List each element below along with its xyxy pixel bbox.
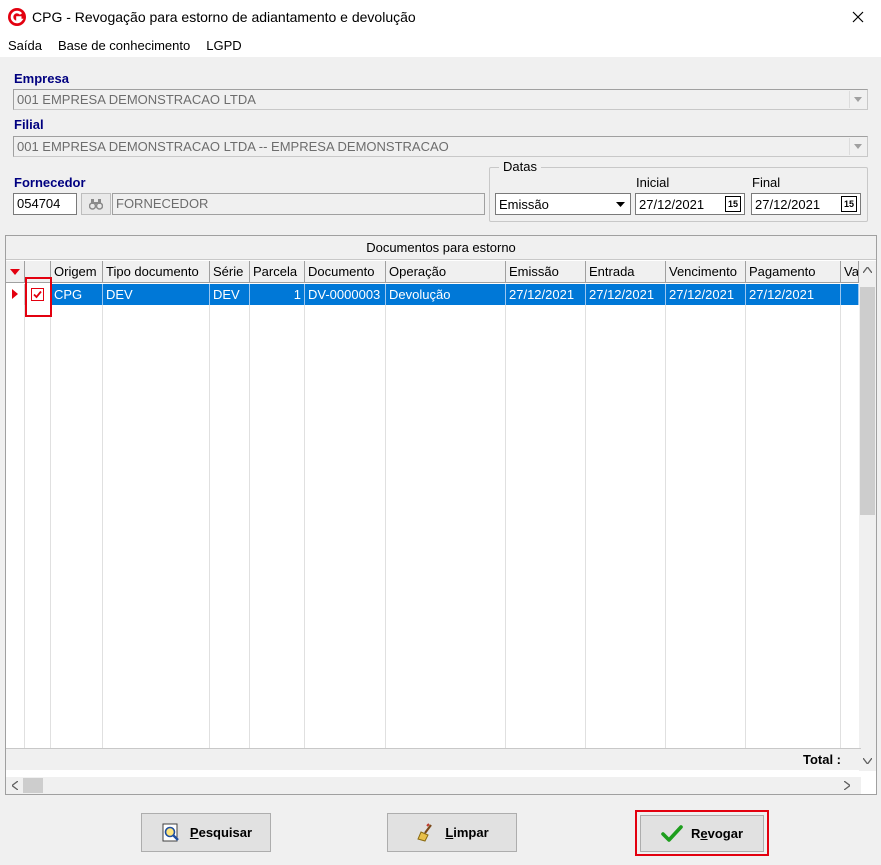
cell-valor xyxy=(841,284,859,305)
cell-origem: CPG xyxy=(51,284,103,305)
table-row[interactable]: CPG DEV DEV 1 DV-0000003 Devolução 27/12… xyxy=(6,284,859,305)
cell-pagamento: 27/12/2021 xyxy=(746,284,841,305)
cell-documento: DV-0000003 xyxy=(305,284,386,305)
documents-grid: Documentos para estorno Origem Tipo docu… xyxy=(5,235,877,795)
limpar-label: Limpar xyxy=(445,825,489,840)
sort-down-icon xyxy=(10,269,20,275)
revogar-highlight xyxy=(635,810,769,856)
broom-icon xyxy=(417,822,433,842)
calendar-icon[interactable]: 15 xyxy=(841,196,857,212)
fornecedor-label: Fornecedor xyxy=(14,175,86,190)
binoculars-icon xyxy=(89,199,103,210)
scroll-left-icon xyxy=(12,781,18,790)
total-label: Total : xyxy=(802,752,841,767)
header-documento[interactable]: Documento xyxy=(305,261,386,283)
menu-saida[interactable]: Saída xyxy=(0,38,50,53)
cell-parcela: 1 xyxy=(250,284,305,305)
grid-header: Origem Tipo documento Série Parcela Docu… xyxy=(6,261,859,283)
filial-combo[interactable]: 001 EMPRESA DEMONSTRACAO LTDA -- EMPRESA… xyxy=(13,136,868,157)
search-document-icon xyxy=(162,823,179,841)
cell-entrada: 27/12/2021 xyxy=(586,284,666,305)
row-pointer-icon xyxy=(12,289,18,299)
header-emissao[interactable]: Emissão xyxy=(506,261,586,283)
menu-base-conhecimento[interactable]: Base de conhecimento xyxy=(50,38,198,53)
data-final-label: Final xyxy=(752,175,781,190)
horizontal-scroll-thumb[interactable] xyxy=(23,778,43,793)
data-inicial-label: Inicial xyxy=(636,175,670,190)
header-vencimento[interactable]: Vencimento xyxy=(666,261,746,283)
header-indicator xyxy=(6,261,25,283)
filial-label: Filial xyxy=(14,117,44,132)
pesquisar-label: Pesquisar xyxy=(189,825,253,840)
grid-column-lines xyxy=(6,305,841,753)
filial-value: 001 EMPRESA DEMONSTRACAO LTDA -- EMPRESA… xyxy=(17,139,449,154)
close-button[interactable] xyxy=(835,0,881,33)
scroll-down-icon xyxy=(863,758,872,764)
header-origem[interactable]: Origem xyxy=(51,261,103,283)
data-tipo-select[interactable]: Emissão xyxy=(495,193,631,215)
data-inicial-value: 27/12/2021 xyxy=(639,197,705,212)
fornecedor-code-input[interactable]: 054704 xyxy=(13,193,77,215)
data-inicial-input[interactable]: 27/12/2021 15 xyxy=(635,193,745,215)
cell-emissao: 27/12/2021 xyxy=(506,284,586,305)
empresa-combo[interactable]: 001 EMPRESA DEMONSTRACAO LTDA xyxy=(13,89,868,110)
horizontal-scrollbar[interactable] xyxy=(6,777,861,794)
fornecedor-lookup-button[interactable] xyxy=(81,193,111,215)
menu-lgpd[interactable]: LGPD xyxy=(198,38,249,53)
empresa-value: 001 EMPRESA DEMONSTRACAO LTDA xyxy=(17,92,256,107)
data-final-input[interactable]: 27/12/2021 15 xyxy=(751,193,861,215)
chevron-down-icon xyxy=(612,196,628,212)
checkbox-highlight xyxy=(25,277,52,317)
scroll-up-icon xyxy=(863,267,872,273)
fornecedor-name-field: FORNECEDOR xyxy=(112,193,485,215)
data-tipo-value: Emissão xyxy=(499,197,549,212)
window-title: CPG - Revogação para estorno de adiantam… xyxy=(32,8,416,25)
app-logo-icon xyxy=(6,6,28,28)
cell-tipo: DEV xyxy=(103,284,210,305)
header-tipo-documento[interactable]: Tipo documento xyxy=(103,261,210,283)
header-entrada[interactable]: Entrada xyxy=(586,261,666,283)
chevron-down-icon xyxy=(849,138,866,155)
datas-group-title: Datas xyxy=(499,159,541,174)
header-valor[interactable]: Va xyxy=(841,261,859,283)
cell-serie: DEV xyxy=(210,284,250,305)
data-final-value: 27/12/2021 xyxy=(755,197,821,212)
cell-operacao: Devolução xyxy=(386,284,506,305)
scroll-right-icon xyxy=(844,781,850,790)
close-icon xyxy=(852,11,864,22)
header-serie[interactable]: Série xyxy=(210,261,250,283)
vertical-scrollbar[interactable] xyxy=(859,261,876,771)
calendar-icon[interactable]: 15 xyxy=(725,196,741,212)
empresa-label: Empresa xyxy=(14,71,69,86)
pesquisar-button[interactable]: Pesquisar xyxy=(141,813,271,852)
chevron-down-icon xyxy=(849,91,866,108)
grid-footer: Total : xyxy=(6,748,861,770)
title-bar: CPG - Revogação para estorno de adiantam… xyxy=(0,0,881,33)
grid-caption: Documentos para estorno xyxy=(6,236,876,260)
header-operacao[interactable]: Operação xyxy=(386,261,506,283)
header-parcela[interactable]: Parcela xyxy=(250,261,305,283)
row-indicator xyxy=(6,284,25,305)
cell-vencimento: 27/12/2021 xyxy=(666,284,746,305)
menu-bar: Saída Base de conhecimento LGPD xyxy=(0,33,881,58)
header-pagamento[interactable]: Pagamento xyxy=(746,261,841,283)
vertical-scroll-thumb[interactable] xyxy=(860,287,875,515)
limpar-button[interactable]: Limpar xyxy=(387,813,517,852)
